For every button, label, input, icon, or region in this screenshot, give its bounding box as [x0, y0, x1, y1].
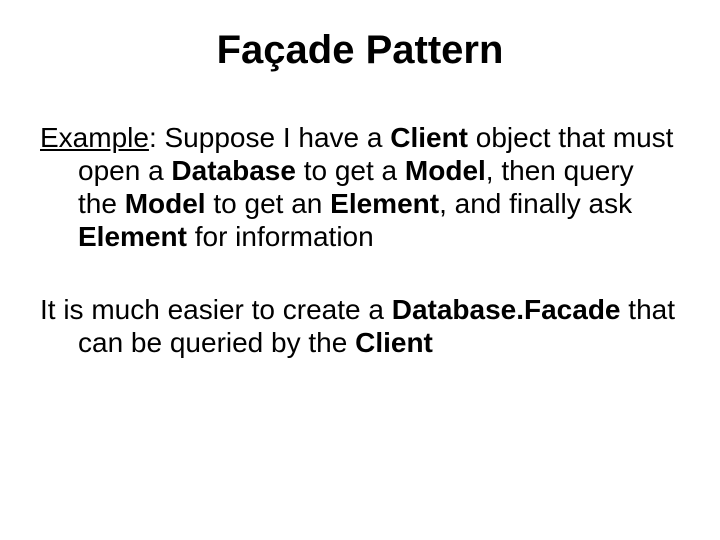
- text: It is much easier to create a: [40, 294, 392, 325]
- text: for information: [187, 221, 374, 252]
- term-client: Client: [355, 327, 433, 358]
- slide-title: Façade Pattern: [40, 28, 680, 73]
- term-element-2: Element: [78, 221, 187, 252]
- term-element: Element: [330, 188, 439, 219]
- text: to get an: [206, 188, 331, 219]
- term-model-2: Model: [125, 188, 206, 219]
- slide: Façade Pattern Example: Suppose I have a…: [0, 0, 720, 540]
- example-label: Example: [40, 122, 149, 153]
- text: : Suppose I have a: [149, 122, 390, 153]
- explanation-paragraph: It is much easier to create a Database.F…: [40, 293, 680, 359]
- term-database-facade: Database.Facade: [392, 294, 621, 325]
- example-paragraph: Example: Suppose I have a Client object …: [40, 121, 680, 253]
- term-model: Model: [405, 155, 486, 186]
- text: , and finally ask: [439, 188, 632, 219]
- term-client: Client: [390, 122, 468, 153]
- term-database: Database: [171, 155, 296, 186]
- text: to get a: [296, 155, 405, 186]
